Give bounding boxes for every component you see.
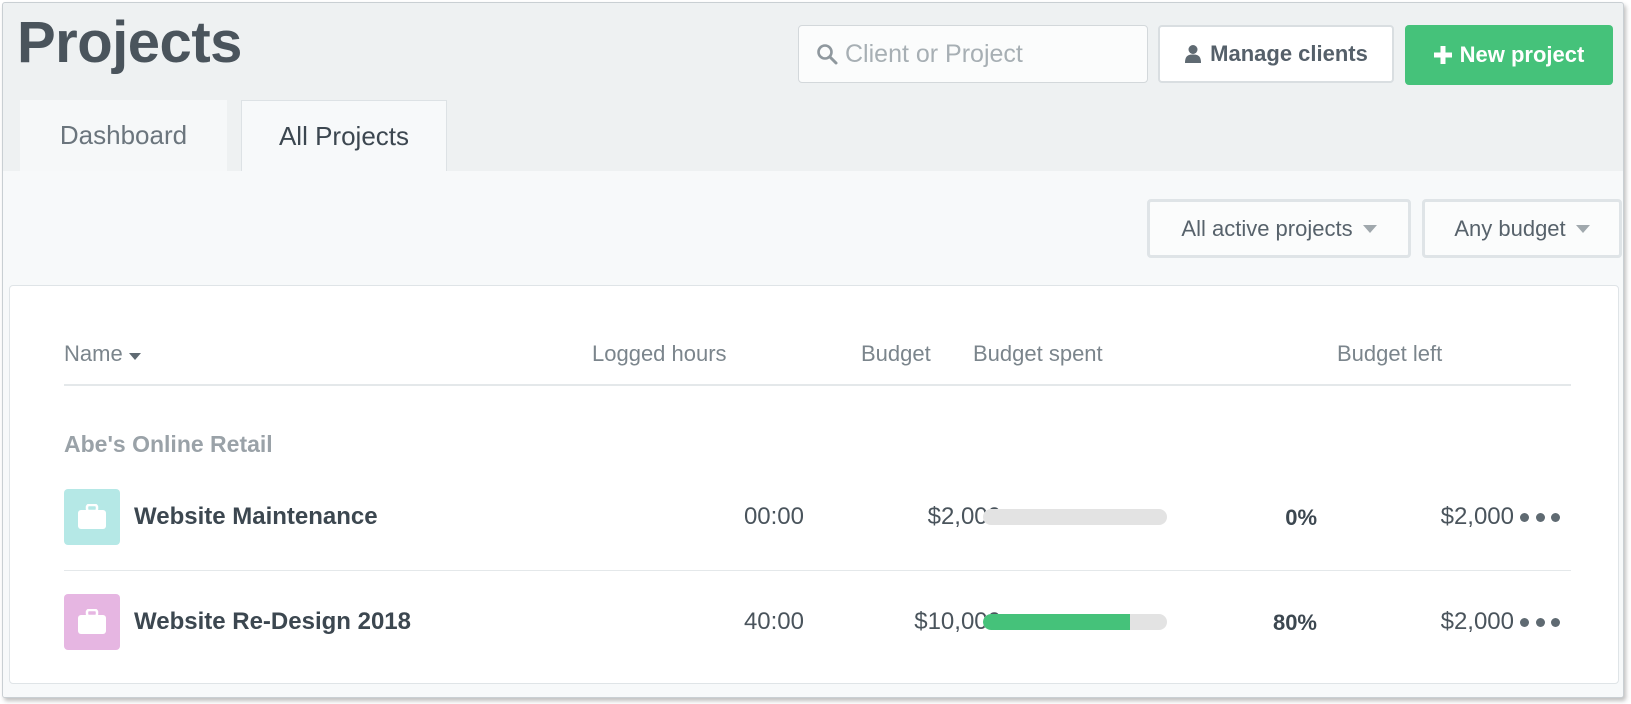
new-project-label: New project xyxy=(1459,42,1585,67)
budget-value: $2,000 xyxy=(927,503,1001,530)
tab-all-projects-label: All Projects xyxy=(278,120,410,151)
projects-app: Projects Manage clients New project Dash xyxy=(2,2,1624,698)
briefcase-icon xyxy=(78,609,106,634)
column-header-logged-hours[interactable]: Logged hours xyxy=(592,341,727,367)
tab-dashboard-label: Dashboard xyxy=(59,120,188,150)
page-title: Projects xyxy=(17,10,242,75)
manage-clients-button[interactable]: Manage clients xyxy=(1158,25,1394,83)
status-filter-value: All active projects xyxy=(1181,215,1353,241)
caret-down-icon xyxy=(1362,224,1377,233)
budget-value: $10,000 xyxy=(914,608,1001,635)
project-name[interactable]: Website Re-Design 2018 xyxy=(134,608,411,636)
budget-filter-dropdown[interactable]: Any budget xyxy=(1422,199,1622,258)
table-row[interactable]: Website Maintenance 00:00 $2,000 0% $2,0… xyxy=(64,487,1571,545)
column-header-name-label: Name xyxy=(64,341,123,366)
budget-progress-bar xyxy=(983,509,1167,525)
search-icon xyxy=(817,44,838,65)
client-group-name[interactable]: Abe's Online Retail xyxy=(64,431,273,458)
budget-progress-fill xyxy=(983,614,1131,630)
search-box[interactable] xyxy=(798,25,1148,83)
column-header-budget-spent[interactable]: Budget spent xyxy=(973,341,1103,367)
project-icon xyxy=(64,594,120,650)
window-frame: Projects Manage clients New project Dash xyxy=(0,0,1631,704)
content-area: All active projects Any budget Name Logg… xyxy=(3,171,1623,697)
table-row[interactable]: Website Re-Design 2018 40:00 $10,000 80%… xyxy=(64,592,1571,650)
budget-spent-percent: 80% xyxy=(1272,610,1317,635)
budget-spent-percent: 0% xyxy=(1285,505,1317,530)
plus-icon xyxy=(1433,46,1452,64)
briefcase-icon xyxy=(78,504,106,529)
more-actions-icon[interactable] xyxy=(1520,511,1560,523)
tab-dashboard[interactable]: Dashboard xyxy=(20,100,227,171)
logged-hours: 40:00 xyxy=(743,608,804,635)
row-divider xyxy=(64,570,1571,571)
tab-all-projects[interactable]: All Projects xyxy=(241,100,447,171)
new-project-button[interactable]: New project xyxy=(1405,25,1613,85)
budget-filter-value: Any budget xyxy=(1454,215,1566,241)
project-name[interactable]: Website Maintenance xyxy=(134,503,378,531)
manage-clients-label: Manage clients xyxy=(1210,41,1368,66)
budget-progress-bar xyxy=(983,614,1167,630)
user-icon xyxy=(1185,45,1202,63)
column-header-budget-left[interactable]: Budget left xyxy=(1337,341,1442,367)
column-header-name[interactable]: Name xyxy=(64,341,141,367)
logged-hours: 00:00 xyxy=(743,503,804,530)
caret-down-icon xyxy=(1575,224,1590,233)
project-icon xyxy=(64,489,120,545)
budget-left-value: $2,000 xyxy=(1440,503,1514,530)
status-filter-dropdown[interactable]: All active projects xyxy=(1147,199,1411,258)
search-input[interactable] xyxy=(845,39,1135,69)
budget-left-value: $2,000 xyxy=(1440,608,1514,635)
column-header-budget[interactable]: Budget xyxy=(861,341,931,367)
sort-caret-icon xyxy=(128,352,141,360)
projects-table: Name Logged hours Budget Budget spent Bu… xyxy=(9,285,1619,684)
header-divider xyxy=(64,384,1571,386)
more-actions-icon[interactable] xyxy=(1520,616,1560,628)
